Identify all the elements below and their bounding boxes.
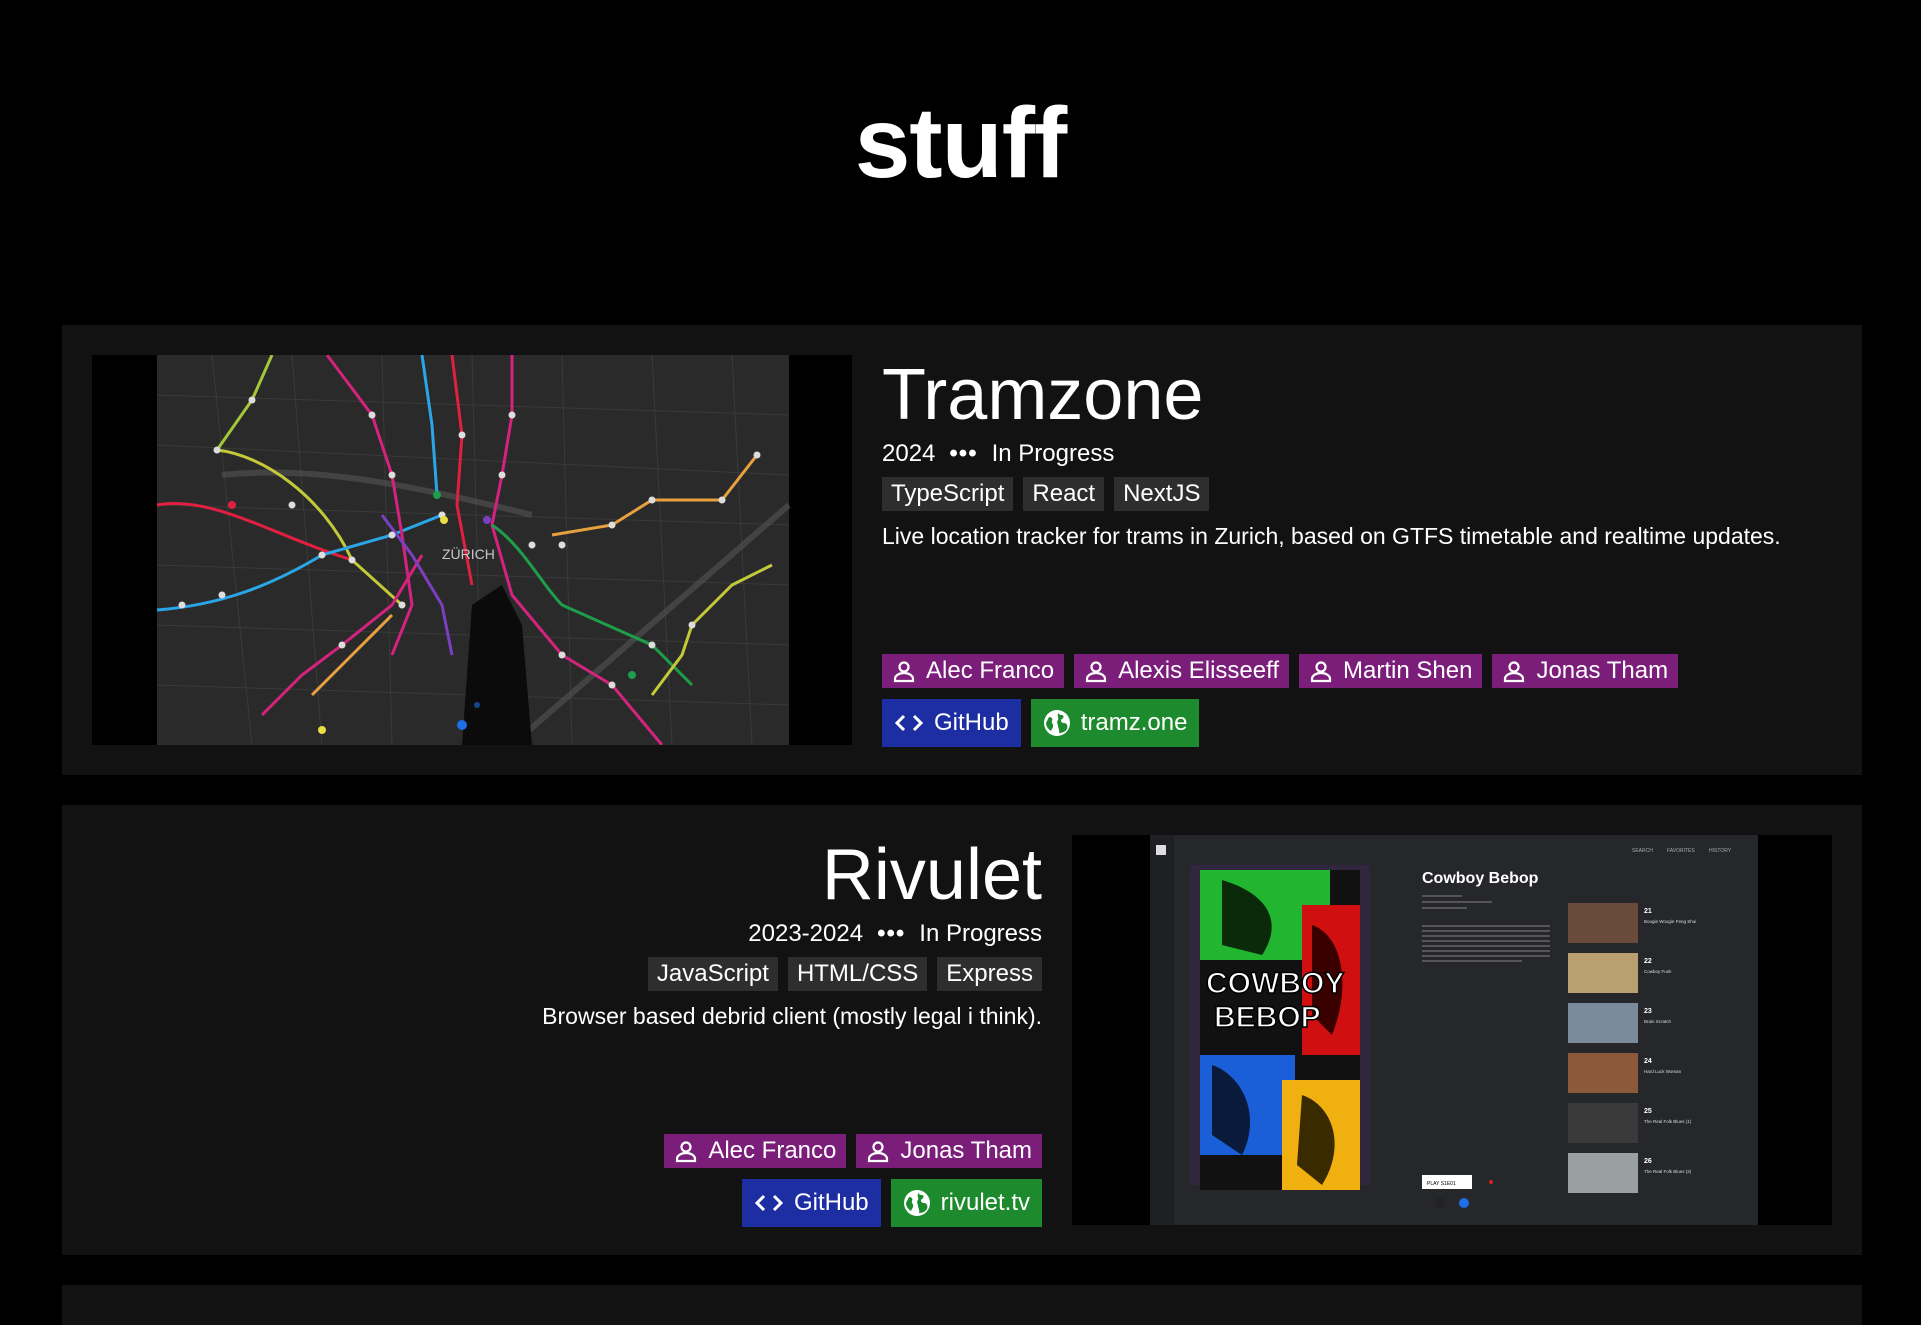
episode-number: 21: [1644, 908, 1652, 915]
project-info-rivulet: Rivulet 2023-2024 ••• In Progress JavaScri…: [92, 835, 1042, 1031]
tech-tag: HTML/CSS: [787, 957, 928, 991]
episode-number: 25: [1644, 1108, 1652, 1115]
tech-tags: TypeScript React NextJS: [882, 477, 1832, 511]
project-meta: 2024 ••• In Progress: [882, 439, 1832, 469]
episode-number: 22: [1644, 958, 1652, 965]
project-year: 2024: [882, 440, 936, 467]
code-icon: [754, 1194, 784, 1212]
project-card-rivulet: Rivulet 2023-2024 ••• In Progress JavaScri…: [62, 805, 1862, 1255]
contributor-chip[interactable]: Alec Franco: [882, 654, 1065, 688]
contributors: Alec Franco Jonas Tham: [664, 1134, 1042, 1168]
episode-name: The Real Folk Blues (1): [1644, 1119, 1692, 1124]
tech-tag: NextJS: [1114, 477, 1210, 511]
episode-number: 24: [1644, 1058, 1652, 1065]
episode-name: The Real Folk Blues (2): [1644, 1169, 1692, 1174]
code-icon: [894, 714, 924, 732]
project-title: Rivulet: [821, 835, 1042, 915]
project-info-tramzone: Tramzone 2024 ••• In Progress TypeScript R…: [882, 355, 1832, 551]
play-button-label: PLAY S1E01: [1427, 1181, 1456, 1187]
project-meta: 2023-2024 ••• In Progress: [92, 919, 1042, 949]
tech-tag: TypeScript: [882, 477, 1014, 511]
project-screenshot-rivulet[interactable]: SEARCH FAVORITES HISTORY COWBOY BEBOP Co…: [1072, 835, 1832, 1225]
project-status: In Progress: [991, 440, 1115, 467]
github-link[interactable]: GitHub: [741, 1179, 881, 1227]
episode-name: Hard Luck Woman: [1644, 1069, 1682, 1074]
nav-item: FAVORITES: [1667, 848, 1695, 854]
project-title: Tramzone: [882, 355, 1204, 435]
page-title: stuff: [854, 87, 1068, 199]
contributor-name: Alec Franco: [708, 1137, 837, 1164]
person-icon: [1504, 661, 1525, 683]
poster-title-line: BEBOP: [1214, 1001, 1321, 1034]
project-links: GitHub tramz.one: [882, 699, 1200, 747]
tram-map-image: ZÜRICH: [92, 355, 852, 745]
contributor-chip[interactable]: Alexis Elisseeff: [1074, 654, 1290, 688]
contributor-name: Martin Shen: [1343, 657, 1473, 684]
website-label: rivulet.tv: [940, 1189, 1030, 1216]
project-links: GitHub rivulet.tv: [741, 1179, 1042, 1227]
project-description: Browser based debrid client (mostly lega…: [542, 1003, 1042, 1029]
person-icon: [893, 661, 915, 683]
episode-number: 26: [1644, 1158, 1652, 1165]
globe-icon: [1043, 710, 1070, 736]
contributor-chip[interactable]: Jonas Tham: [856, 1134, 1042, 1168]
meta-separator: •••: [949, 440, 978, 467]
contributors: Alec Franco Alexis Elisseeff Martin Shen…: [882, 654, 1679, 688]
show-title: Cowboy Bebop: [1422, 870, 1539, 887]
project-year: 2023-2024: [748, 920, 864, 947]
episode-name: Brain Scratch: [1644, 1019, 1672, 1024]
episode-number: 23: [1644, 1008, 1652, 1015]
person-icon: [676, 1141, 697, 1163]
person-icon: [1310, 661, 1332, 683]
contributor-chip[interactable]: Jonas Tham: [1492, 654, 1679, 688]
contributor-chip[interactable]: Alec Franco: [664, 1134, 847, 1168]
website-link[interactable]: tramz.one: [1030, 699, 1200, 747]
website-link[interactable]: rivulet.tv: [890, 1179, 1042, 1227]
tech-tag: JavaScript: [647, 957, 778, 991]
person-icon: [868, 1141, 889, 1163]
project-screenshot-tramzone[interactable]: ZÜRICH: [92, 355, 852, 745]
nav-item: SEARCH: [1632, 848, 1653, 854]
app-logo-icon: [1156, 845, 1166, 855]
person-icon: [1085, 661, 1107, 683]
map-city-label: ZÜRICH: [442, 545, 495, 562]
show-poster: COWBOY BEBOP: [1200, 870, 1360, 1190]
meta-separator: •••: [877, 920, 906, 947]
github-label: GitHub: [793, 1189, 869, 1216]
poster-title-line: COWBOY: [1206, 967, 1344, 1000]
project-status: In Progress: [919, 920, 1042, 947]
project-card-tramzone: ZÜRICH Tramzone 2024 ••• In Progress TypeS…: [62, 325, 1862, 775]
tech-tag: React: [1023, 477, 1105, 511]
project-card-next: [62, 1285, 1862, 1325]
nav-item: HISTORY: [1709, 848, 1732, 854]
website-label: tramz.one: [1080, 709, 1188, 736]
tech-tag: Express: [937, 957, 1042, 991]
rivulet-app-image: SEARCH FAVORITES HISTORY COWBOY BEBOP Co…: [1072, 835, 1832, 1225]
globe-icon: [903, 1190, 930, 1216]
contributor-name: Jonas Tham: [1536, 657, 1669, 684]
github-label: GitHub: [934, 709, 1009, 736]
episode-name: Cowboy Funk: [1644, 969, 1672, 974]
contributor-name: Alec Franco: [926, 657, 1055, 684]
contributor-chip[interactable]: Martin Shen: [1299, 654, 1483, 688]
project-description: Live location tracker for trams in Zuric…: [882, 523, 1781, 549]
contributor-name: Alexis Elisseeff: [1118, 657, 1280, 684]
contributor-name: Jonas Tham: [900, 1137, 1032, 1164]
episode-name: Boogie Woogie Feng Shui: [1644, 919, 1696, 924]
github-link[interactable]: GitHub: [882, 699, 1021, 747]
tech-tags: JavaScript HTML/CSS Express: [92, 957, 1042, 991]
